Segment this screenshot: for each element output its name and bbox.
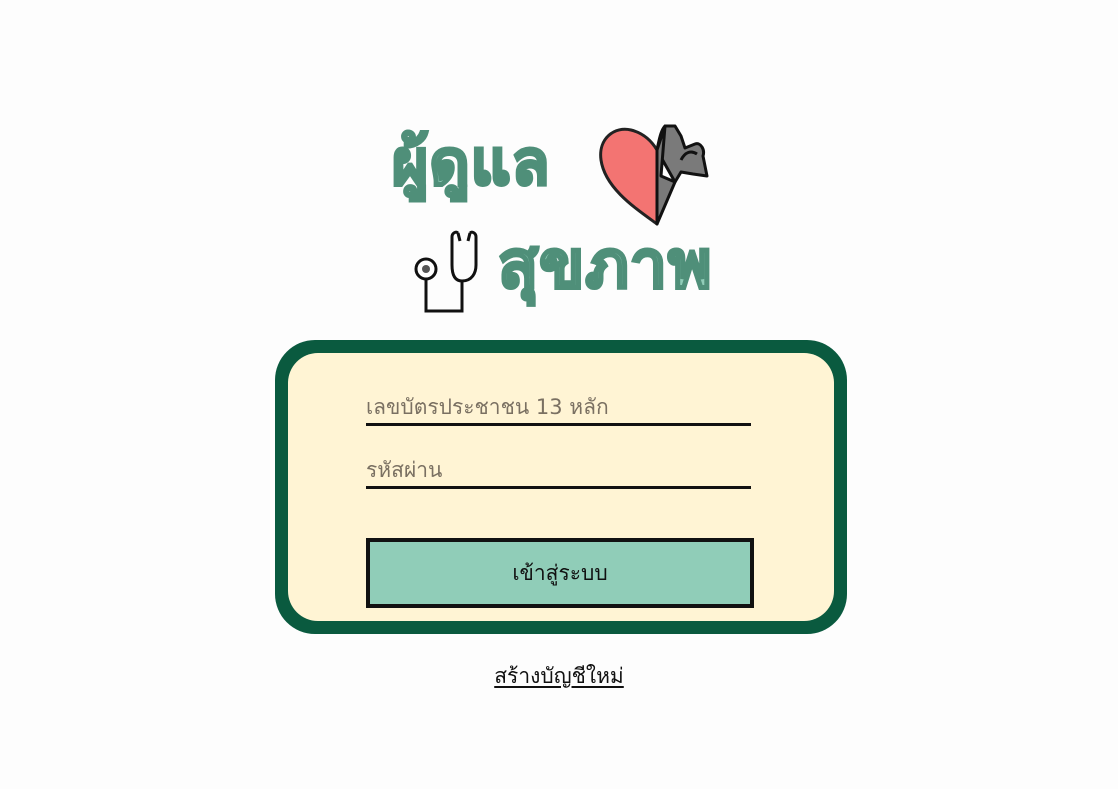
logo-text-line2: สุขภาพ <box>496 226 713 303</box>
login-button[interactable]: เข้าสู่ระบบ <box>366 538 754 608</box>
heart-muscle-icon <box>595 120 713 236</box>
password-input[interactable] <box>366 458 751 489</box>
app-logo: ผู้ดูแล สุขภาพ <box>380 112 760 322</box>
create-account-container: สร้างบัญชีใหม่ <box>0 660 1118 693</box>
stethoscope-icon <box>410 227 486 321</box>
login-page: ผู้ดูแล สุขภาพ เลขบัตรประชาชน 13 หลัก เข… <box>0 0 1118 789</box>
login-card: เข้าสู่ระบบ <box>275 340 847 634</box>
national-id-input[interactable] <box>366 395 751 426</box>
login-card-inner: เข้าสู่ระบบ <box>288 353 834 621</box>
create-account-link[interactable]: สร้างบัญชีใหม่ <box>494 664 624 688</box>
logo-text-line1: ผู้ดูแล <box>391 126 552 199</box>
